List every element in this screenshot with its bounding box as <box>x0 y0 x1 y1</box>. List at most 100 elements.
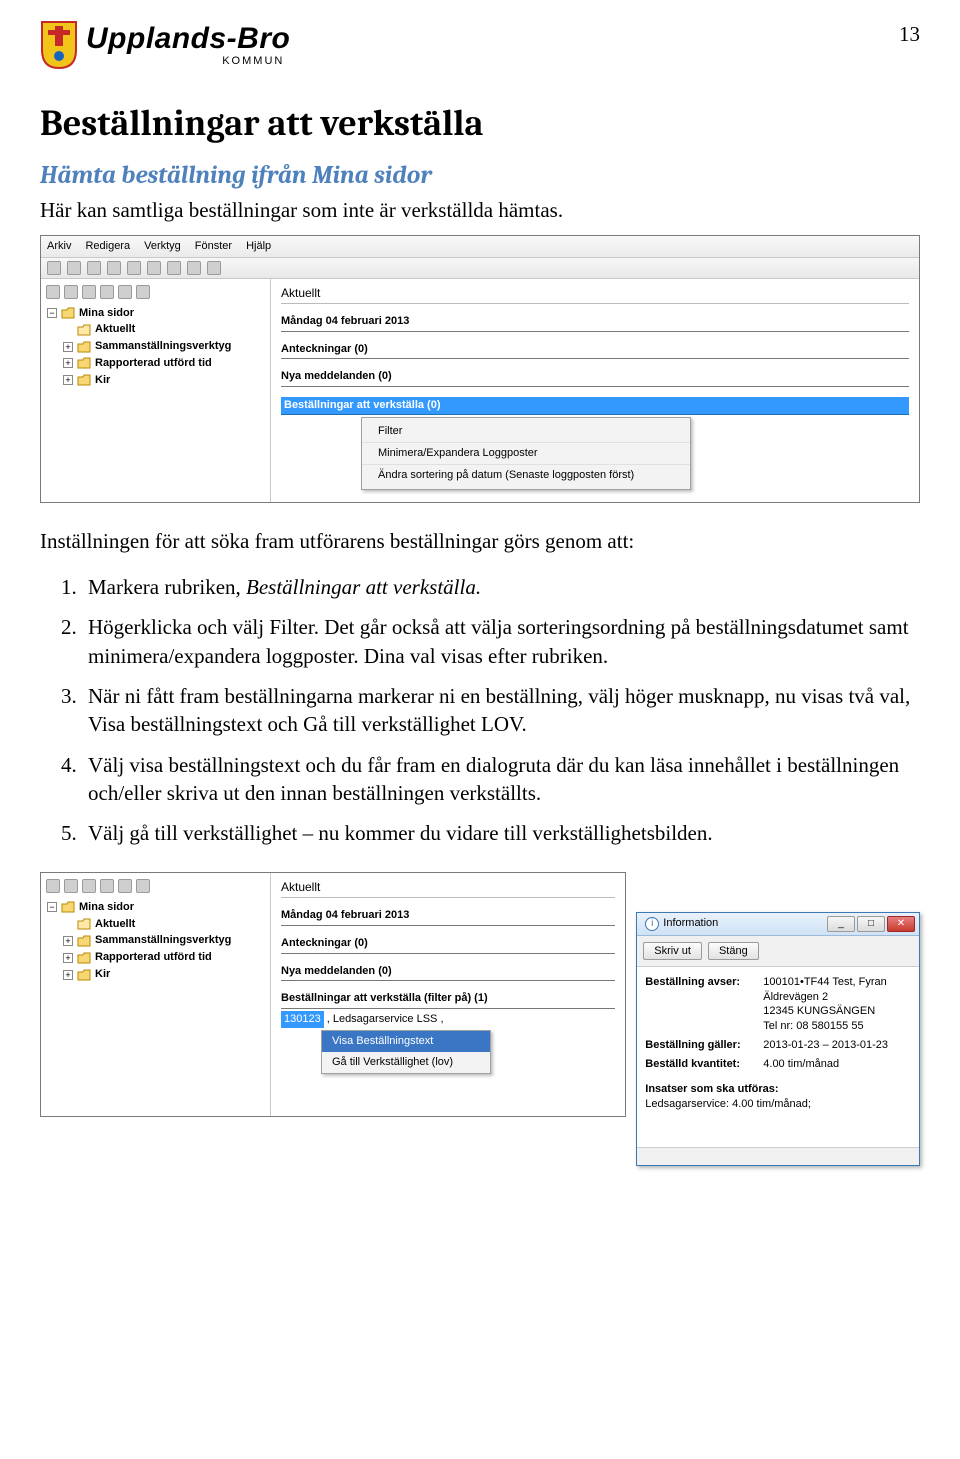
toolbar-icon[interactable] <box>47 261 61 275</box>
step-text: Välj gå till verkställighet – nu kommer … <box>88 821 713 845</box>
ctx-item-ga-till-verkstallighet[interactable]: Gå till Verkställighet (lov) <box>322 1052 490 1073</box>
toolbar-icon[interactable] <box>207 261 221 275</box>
step-text: Markera rubriken, <box>88 575 246 599</box>
panel-title: Aktuellt <box>281 285 909 304</box>
expand-icon[interactable]: + <box>63 358 73 368</box>
toolbar-icon[interactable] <box>187 261 201 275</box>
meddelanden-header[interactable]: Nya meddelanden (0) <box>281 964 615 982</box>
tree-panel: − Mina sidor Aktuellt + Sammanställnings… <box>41 279 271 502</box>
tree-label: Rapporterad utförd tid <box>95 950 212 965</box>
folder-icon <box>77 935 91 947</box>
tree-panel: − Mina sidor Aktuellt + Sam <box>41 873 271 1116</box>
anteckningar-header[interactable]: Anteckningar (0) <box>281 342 909 360</box>
expand-icon[interactable]: + <box>63 970 73 980</box>
paragraph-between: Inställningen för att söka fram utförare… <box>40 527 920 555</box>
insats-heading: Insatser som ska utföras: <box>645 1082 911 1097</box>
menubar: Arkiv Redigera Verktyg Fönster Hjälp <box>41 236 919 258</box>
info-row: Beställning gäller: 2013-01-23 – 2013-01… <box>645 1038 911 1053</box>
modal-toolbar: Skriv ut Stäng <box>637 936 919 967</box>
menu-item[interactable]: Verktyg <box>144 239 181 254</box>
tree-label: Kir <box>95 967 110 982</box>
folder-icon <box>77 357 91 369</box>
step-text: Högerklicka och välj Filter. Det går ock… <box>88 615 909 667</box>
tree-toolbar-icon[interactable] <box>46 879 60 893</box>
tree-item[interactable]: + Rapporterad utförd tid <box>63 355 268 372</box>
spacer <box>63 325 73 335</box>
tree-toolbar-icon[interactable] <box>136 285 150 299</box>
anteckningar-header[interactable]: Anteckningar (0) <box>281 936 615 954</box>
toolbar-icon[interactable] <box>107 261 121 275</box>
expand-icon[interactable]: + <box>63 375 73 385</box>
maximize-button[interactable]: □ <box>857 916 885 932</box>
tree-toolbar-icon[interactable] <box>82 879 96 893</box>
tree-item[interactable]: Aktuellt <box>63 321 268 338</box>
step-item: Välj gå till verkställighet – nu kommer … <box>82 819 920 847</box>
tree-item[interactable]: + Kir <box>63 966 268 983</box>
toolbar <box>41 258 919 279</box>
expand-icon[interactable]: + <box>63 342 73 352</box>
folder-open-icon <box>77 324 91 336</box>
context-menu-2: Visa Beställningstext Gå till Verkställi… <box>321 1030 491 1074</box>
expand-icon[interactable]: + <box>63 936 73 946</box>
tree-toolbar-icon[interactable] <box>82 285 96 299</box>
collapse-icon[interactable]: − <box>47 902 57 912</box>
bestallningar-header[interactable]: Beställningar att verkställa (filter på)… <box>281 991 615 1009</box>
tree-root[interactable]: − Mina sidor <box>47 899 268 916</box>
order-row-selected[interactable]: 130123 <box>281 1011 324 1028</box>
tree-toolbar-icon[interactable] <box>100 285 114 299</box>
toolbar-icon[interactable] <box>167 261 181 275</box>
menu-item[interactable]: Hjälp <box>246 239 271 254</box>
tree-toolbar-icon[interactable] <box>100 879 114 893</box>
page-number: 13 <box>899 20 920 48</box>
tree-toolbar-icon[interactable] <box>136 879 150 893</box>
info-value: 2013-01-23 – 2013-01-23 <box>763 1038 911 1053</box>
ctx-item-visa-bestallningstext[interactable]: Visa Beställningstext <box>322 1031 490 1052</box>
date-line: Måndag 04 februari 2013 <box>281 314 909 332</box>
menu-item[interactable]: Redigera <box>85 239 130 254</box>
info-key: Beställning avser: <box>645 975 757 990</box>
spacer <box>63 919 73 929</box>
tree-label: Aktuellt <box>95 322 135 337</box>
info-row: Beställning avser: 100101•TF44 Test, Fyr… <box>645 975 911 1034</box>
close-modal-button[interactable]: Stäng <box>708 942 759 960</box>
tree-label: Sammanställningsverktyg <box>95 339 231 354</box>
step-item: Högerklicka och välj Filter. Det går ock… <box>82 613 920 670</box>
context-menu-item-sortering[interactable]: Ändra sortering på datum (Senaste loggpo… <box>362 465 690 486</box>
toolbar-icon[interactable] <box>127 261 141 275</box>
menu-item[interactable]: Arkiv <box>47 239 71 254</box>
collapse-icon[interactable]: − <box>47 308 57 318</box>
tree-toolbar-icon[interactable] <box>64 285 78 299</box>
content-panel: Aktuellt Måndag 04 februari 2013 Anteckn… <box>271 873 625 1116</box>
tree-toolbar-icon[interactable] <box>64 879 78 893</box>
context-menu-item-minimera[interactable]: Minimera/Expandera Loggposter <box>362 443 690 465</box>
insats-line: Ledsagarservice: 4.00 tim/månad; <box>645 1097 911 1112</box>
close-button[interactable]: ✕ <box>887 916 915 932</box>
tree-item[interactable]: + Sammanställningsverktyg <box>63 338 268 355</box>
tree-root[interactable]: − Mina sidor <box>47 305 268 322</box>
toolbar-icon[interactable] <box>87 261 101 275</box>
bestallningar-header-selected[interactable]: Beställningar att verkställa (0) <box>281 397 909 415</box>
tree-item[interactable]: + Kir <box>63 372 268 389</box>
context-menu-item-filter[interactable]: Filter <box>362 421 690 443</box>
toolbar-icon[interactable] <box>147 261 161 275</box>
step-item: Markera rubriken, Beställningar att verk… <box>82 573 920 601</box>
tree-label: Mina sidor <box>79 306 134 321</box>
tree-toolbar-icon[interactable] <box>46 285 60 299</box>
step-emphasis: Beställningar att verkställa. <box>246 575 481 599</box>
expand-icon[interactable]: + <box>63 953 73 963</box>
minimize-button[interactable]: _ <box>827 916 855 932</box>
tree-item[interactable]: + Sammanställningsverktyg <box>63 932 268 949</box>
toolbar-icon[interactable] <box>67 261 81 275</box>
menu-item[interactable]: Fönster <box>195 239 232 254</box>
content-panel: Aktuellt Måndag 04 februari 2013 Anteckn… <box>271 279 919 502</box>
print-button[interactable]: Skriv ut <box>643 942 702 960</box>
tree-label: Mina sidor <box>79 900 134 915</box>
screenshot-1: Arkiv Redigera Verktyg Fönster Hjälp <box>40 235 920 503</box>
tree-toolbar-icon[interactable] <box>118 879 132 893</box>
tree-item[interactable]: + Rapporterad utförd tid <box>63 949 268 966</box>
meddelanden-header[interactable]: Nya meddelanden (0) <box>281 369 909 387</box>
tree-toolbar-icon[interactable] <box>118 285 132 299</box>
modal-title: Information <box>663 916 827 931</box>
modal-titlebar[interactable]: i Information _ □ ✕ <box>637 913 919 936</box>
tree-item[interactable]: Aktuellt <box>63 916 268 933</box>
